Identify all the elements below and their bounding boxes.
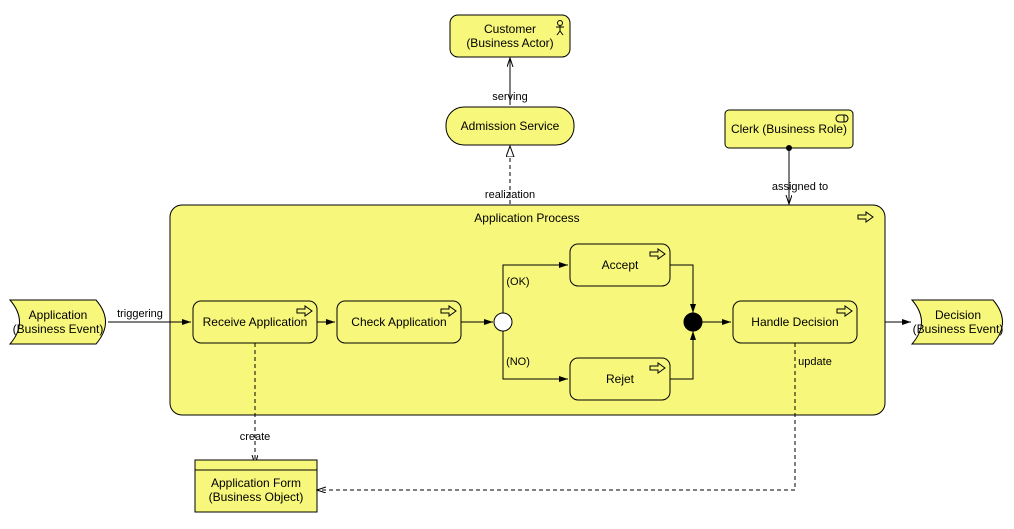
accept-process[interactable]: Accept [570, 244, 670, 286]
assigned-to-label: assigned to [772, 181, 828, 193]
serving-label: serving [492, 91, 527, 103]
receive-application[interactable]: Receive Application [193, 301, 317, 343]
or-junction [494, 313, 512, 331]
customer-actor[interactable]: Customer (Business Actor) [450, 15, 570, 57]
object-label-2: (Business Object) [209, 490, 304, 504]
application-event-in[interactable]: Application (Business Event) [10, 300, 106, 344]
decision-event-out[interactable]: Decision (Business Event) [912, 300, 1003, 344]
no-label: (NO) [506, 356, 530, 368]
receive-label: Receive Application [203, 315, 308, 329]
realization-label: realization [485, 189, 535, 201]
check-application[interactable]: Check Application [337, 301, 461, 343]
handle-label: Handle Decision [751, 315, 838, 329]
application-form-object[interactable]: Application Form (Business Object) [195, 460, 317, 512]
reject-label: Rejet [606, 372, 635, 386]
update-label: update [798, 356, 832, 368]
and-junction [684, 313, 702, 331]
process-title: Application Process [474, 211, 579, 225]
event-in-label-1: Application [29, 308, 88, 322]
customer-label-1: Customer [484, 22, 536, 36]
customer-label-2: (Business Actor) [466, 36, 553, 50]
admission-service[interactable]: Admission Service [446, 107, 574, 145]
create-label: create [240, 431, 271, 443]
accept-label: Accept [602, 258, 639, 272]
event-out-label-1: Decision [935, 308, 981, 322]
handle-decision[interactable]: Handle Decision [733, 301, 857, 343]
object-label-1: Application Form [211, 476, 301, 490]
reject-process[interactable]: Rejet [570, 358, 670, 400]
clerk-role[interactable]: Clerk (Business Role) [725, 110, 853, 148]
check-label: Check Application [351, 315, 446, 329]
archimate-diagram: Customer (Business Actor) serving Admiss… [0, 0, 1014, 529]
clerk-label: Clerk (Business Role) [731, 122, 847, 136]
admission-service-label: Admission Service [461, 119, 560, 133]
event-out-label-2: (Business Event) [913, 322, 1004, 336]
event-in-label-2: (Business Event) [13, 322, 104, 336]
triggering-label: triggering [117, 308, 163, 320]
ok-label: (OK) [506, 276, 529, 288]
